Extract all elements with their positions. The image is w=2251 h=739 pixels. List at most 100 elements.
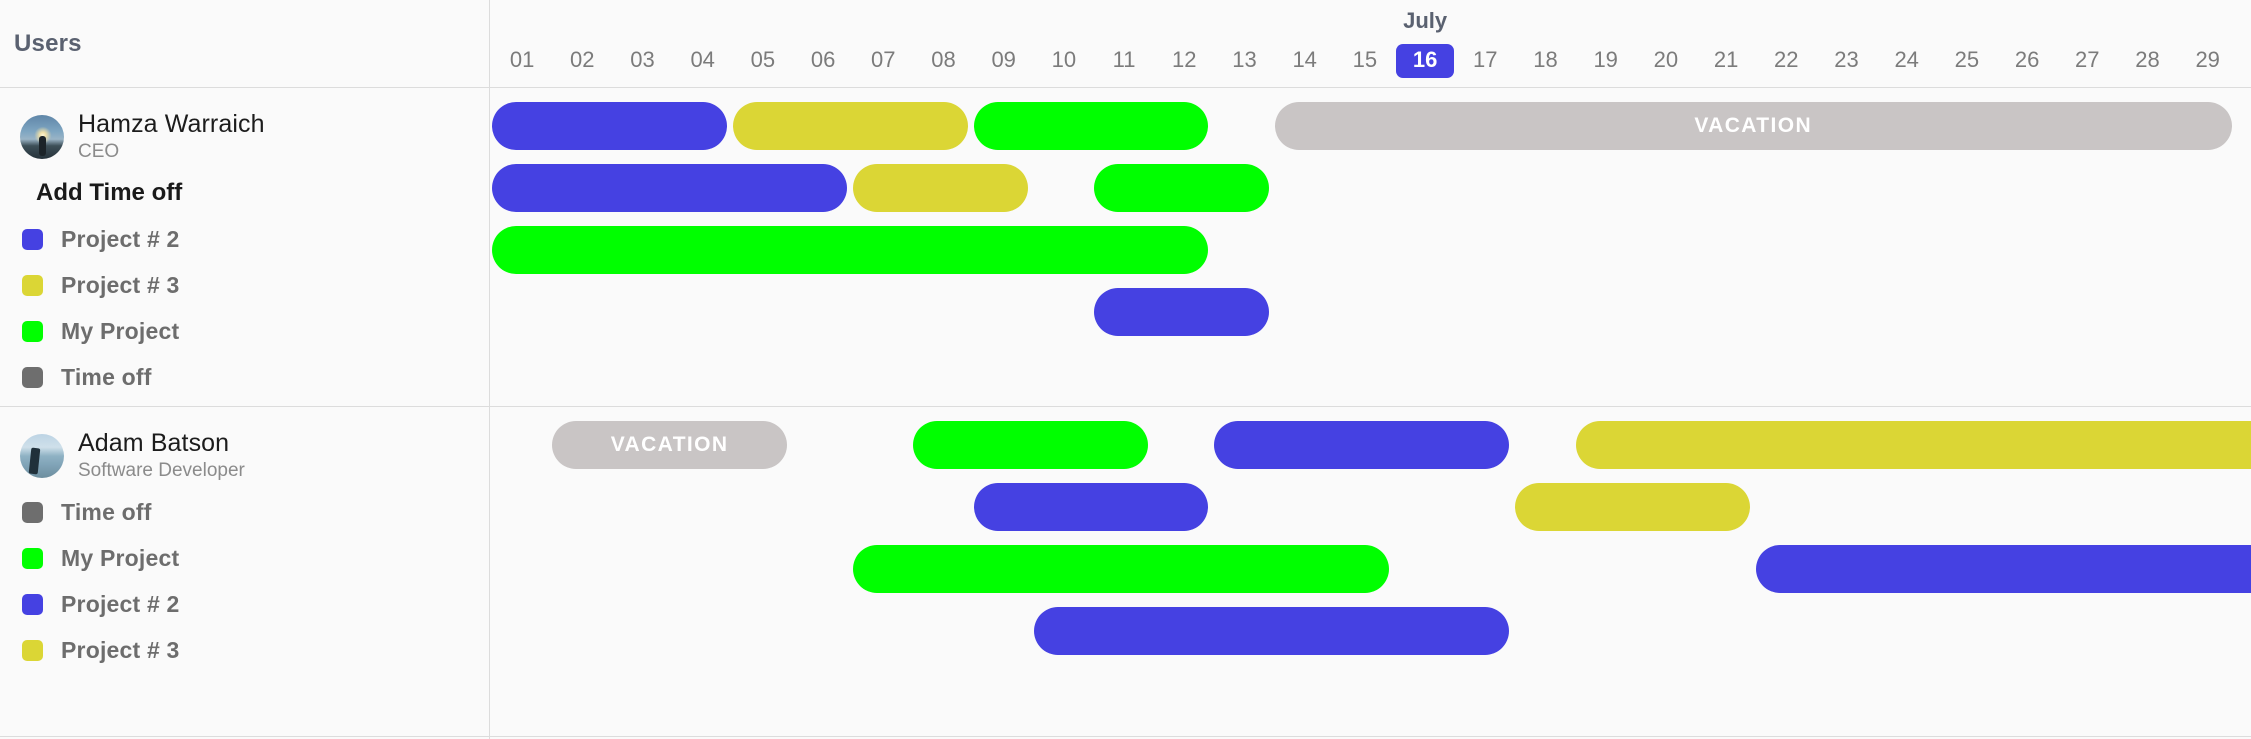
day-column-header-07[interactable]: 07 (853, 44, 913, 78)
timeline-bar[interactable] (1575, 421, 2251, 469)
day-column-header-23[interactable]: 23 (1817, 44, 1877, 78)
timeline-bar[interactable] (853, 164, 1028, 212)
day-column-header-24[interactable]: 24 (1877, 44, 1937, 78)
timeline-bar[interactable] (1756, 545, 2251, 593)
day-column-header-27[interactable]: 27 (2057, 44, 2117, 78)
day-number: 27 (2075, 47, 2100, 72)
day-column-header-28[interactable]: 28 (2118, 44, 2178, 78)
day-number: 02 (570, 47, 595, 72)
day-column-header-02[interactable]: 02 (552, 44, 612, 78)
timeline-bar[interactable] (732, 102, 968, 150)
legend-label: My Project (61, 544, 180, 571)
day-number: 07 (871, 47, 896, 72)
timeline-bar[interactable] (1094, 288, 1269, 336)
legend-item-project-3[interactable]: Project # 3 (0, 627, 489, 673)
timeline-bar[interactable] (1214, 421, 1510, 469)
day-number: 26 (2014, 47, 2040, 72)
day-column-header-13[interactable]: 13 (1215, 44, 1275, 78)
timeline-bar[interactable] (1033, 607, 1510, 655)
timeline-bar[interactable] (973, 102, 1209, 150)
day-number: 19 (1593, 47, 1618, 72)
add-time-off-label: Add Time off (36, 179, 183, 206)
gantt-scheduler: Users Hamza Warraich CEO Add Time off Pr… (0, 0, 2251, 739)
timeline-bar[interactable] (492, 164, 848, 212)
bar-label: VACATION (1694, 114, 1813, 137)
day-column-header-05[interactable]: 05 (733, 44, 793, 78)
day-column-header-12[interactable]: 12 (1154, 44, 1214, 78)
legend-item-my-project[interactable]: My Project (0, 535, 489, 581)
day-number: 23 (1834, 47, 1859, 72)
timeline-bar[interactable]: VACATION (552, 421, 787, 469)
legend-item-time-off[interactable]: Time off (0, 354, 489, 400)
day-column-header-04[interactable]: 04 (673, 44, 733, 78)
day-number: 14 (1292, 47, 1317, 72)
timeline-bar[interactable]: VACATION (1274, 102, 2232, 150)
day-column-header-16[interactable]: 16 (1395, 44, 1455, 78)
day-number: 29 (2195, 47, 2220, 72)
timeline-bar[interactable] (853, 545, 1389, 593)
day-column-header-29[interactable]: 29 (2178, 44, 2238, 78)
timeline-bar[interactable] (913, 421, 1149, 469)
legend-item-project-2[interactable]: Project # 2 (0, 581, 489, 627)
legend-item-time-off[interactable]: Time off (0, 489, 489, 535)
day-column-header-06[interactable]: 06 (793, 44, 853, 78)
legend-label: Time off (61, 498, 152, 525)
color-swatch-icon (22, 547, 43, 569)
month-label: July (1403, 8, 1448, 33)
day-number: 03 (630, 47, 655, 72)
day-number: 09 (991, 47, 1016, 72)
day-number: 13 (1232, 47, 1257, 72)
user-name: Adam Batson (78, 428, 230, 457)
color-swatch-icon (22, 320, 43, 342)
legend-label: Project # 2 (61, 225, 180, 252)
day-column-header-25[interactable]: 25 (1937, 44, 1997, 78)
user-meta: Hamza Warraich CEO (78, 110, 265, 165)
day-column-header-11[interactable]: 11 (1094, 44, 1154, 78)
legend-item-project-3[interactable]: Project # 3 (0, 262, 489, 308)
user-meta: Adam Batson Software Developer (78, 429, 245, 484)
legend-item-my-project[interactable]: My Project (0, 308, 489, 354)
day-number: 20 (1653, 47, 1679, 72)
sidebar-header: Users (0, 0, 489, 88)
day-column-header-14[interactable]: 14 (1275, 44, 1335, 78)
day-column-header-17[interactable]: 17 (1455, 44, 1515, 78)
user-row-adam-batson[interactable]: Adam Batson Software Developer (0, 423, 489, 489)
color-swatch-icon (22, 639, 43, 661)
timeline-bar[interactable] (1515, 483, 1751, 531)
day-number: 22 (1774, 47, 1799, 72)
color-swatch-icon (22, 501, 43, 523)
timeline-bar[interactable] (1094, 164, 1269, 212)
legend-item-project-2[interactable]: Project # 2 (0, 216, 489, 262)
day-column-header-18[interactable]: 18 (1516, 44, 1576, 78)
user-block-hamza-warraich: Hamza Warraich CEO Add Time off Project … (0, 88, 489, 407)
add-time-off-row[interactable]: Add Time off (0, 170, 489, 216)
timeline-lanes-hamza-warraich[interactable]: VACATION (490, 88, 2251, 407)
timeline-panel[interactable]: July 01 02 03 04 05 06 07 08 09 10 11 12 13 14 15 16 17 18… (490, 0, 2251, 739)
day-column-header-19[interactable]: 19 (1576, 44, 1636, 78)
day-number: 06 (810, 47, 836, 72)
day-number: 01 (509, 47, 535, 72)
timeline-bar[interactable] (492, 102, 727, 150)
timeline-date-header: July 01 02 03 04 05 06 07 08 09 10 11 12 13 14 15 16 17 18… (490, 0, 2251, 88)
legend-label: Project # 2 (61, 590, 180, 617)
timeline-bar[interactable] (973, 483, 1209, 531)
color-swatch-icon (22, 228, 43, 250)
day-column-header-22[interactable]: 22 (1756, 44, 1816, 78)
user-row-hamza-warraich[interactable]: Hamza Warraich CEO (0, 104, 489, 170)
timeline-bar[interactable] (492, 226, 1209, 274)
timeline-lanes-adam-batson[interactable]: VACATION (490, 407, 2251, 737)
day-column-header-03[interactable]: 03 (613, 44, 673, 78)
day-number: 05 (750, 47, 776, 72)
day-column-header-10[interactable]: 10 (1034, 44, 1094, 78)
day-column-header-20[interactable]: 20 (1636, 44, 1696, 78)
day-column-header-01[interactable]: 01 (492, 44, 552, 78)
day-column-header-21[interactable]: 21 (1696, 44, 1756, 78)
legend-label: Project # 3 (61, 636, 180, 663)
legend-label: Project # 3 (61, 271, 180, 298)
day-column-header-15[interactable]: 15 (1335, 44, 1395, 78)
day-column-header-09[interactable]: 09 (974, 44, 1034, 78)
user-title: Software Developer (78, 459, 245, 481)
day-column-header-08[interactable]: 08 (914, 44, 974, 78)
avatar (20, 115, 64, 159)
day-column-header-26[interactable]: 26 (1997, 44, 2057, 78)
